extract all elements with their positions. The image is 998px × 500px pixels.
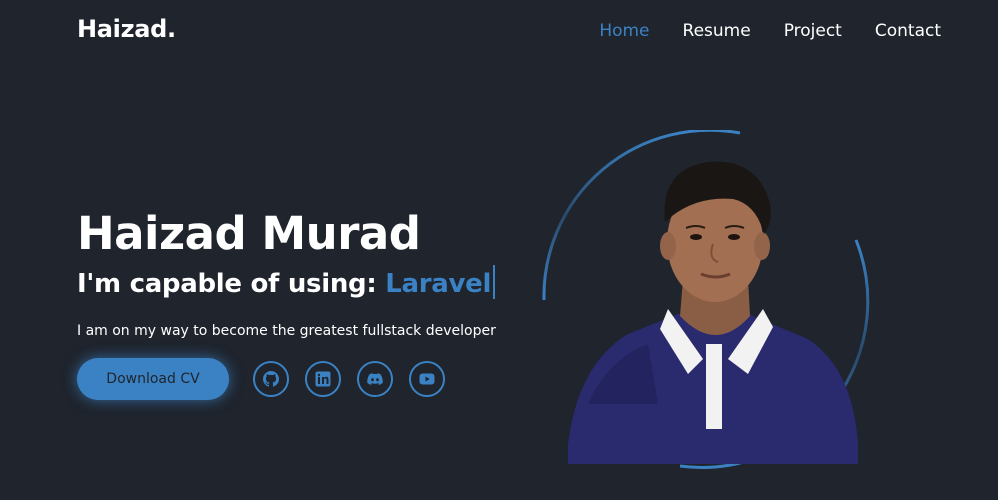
typing-cursor (493, 265, 496, 299)
github-link[interactable] (253, 361, 289, 397)
logo[interactable]: Haizad. (77, 15, 176, 43)
nav-project[interactable]: Project (784, 20, 842, 42)
nav-home[interactable]: Home (599, 20, 649, 42)
hero-section: Haizad Murad I'm capable of using: Larav… (77, 205, 547, 341)
typed-skill: Laravel (385, 269, 492, 299)
subtitle-prefix: I'm capable of using: (77, 269, 377, 299)
hero-description: I am on my way to become the greatest fu… (77, 323, 496, 339)
nav-resume[interactable]: Resume (683, 20, 751, 42)
site-header: Haizad. Home Resume Project Contact (0, 0, 998, 62)
portrait-section (540, 130, 880, 470)
youtube-link[interactable] (409, 361, 445, 397)
linkedin-icon (315, 371, 331, 387)
discord-link[interactable] (357, 361, 393, 397)
hero-name: Haizad Murad (77, 207, 421, 260)
hero-subtitle: I'm capable of using: Laravel (77, 265, 547, 301)
download-cv-button[interactable]: Download CV (77, 358, 229, 400)
main-nav: Home Resume Project Contact (566, 20, 941, 42)
social-links (253, 361, 445, 397)
github-icon (263, 371, 279, 387)
profile-photo (568, 161, 858, 464)
youtube-icon (419, 373, 435, 385)
discord-icon (367, 373, 383, 385)
cta-row: Download CV (77, 358, 445, 400)
nav-contact[interactable]: Contact (875, 20, 941, 42)
linkedin-link[interactable] (305, 361, 341, 397)
